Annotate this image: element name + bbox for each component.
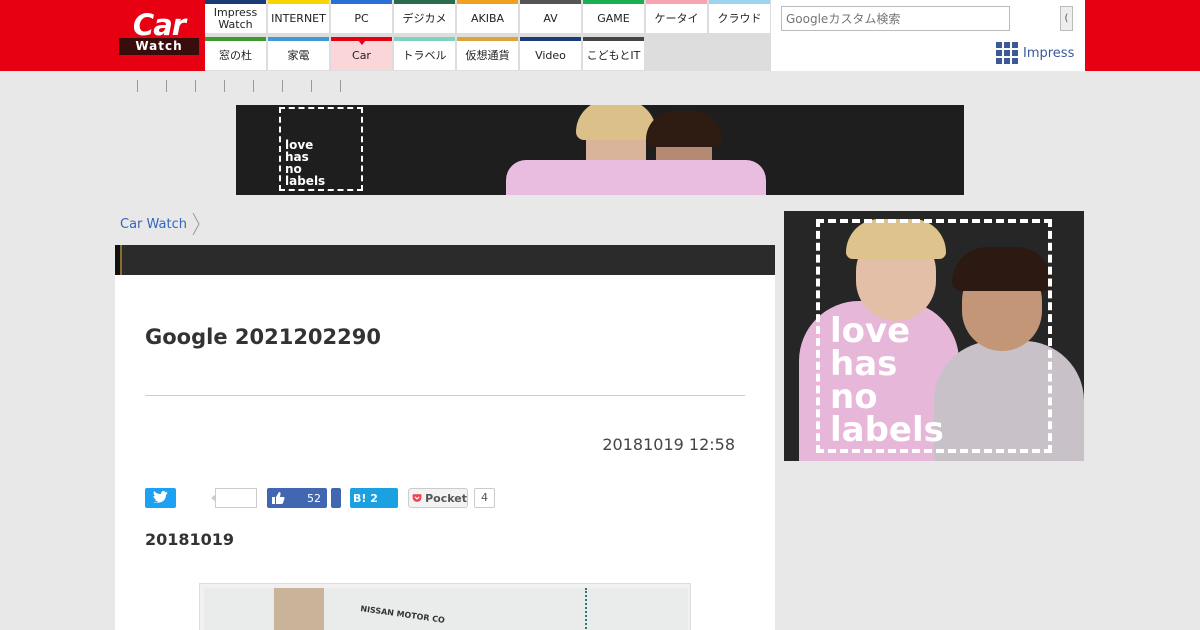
hatena-bookmark-button[interactable]: B! 2: [350, 488, 398, 508]
thumbs-up-icon: [272, 492, 285, 504]
nav-item-r2-2[interactable]: Car: [331, 37, 392, 70]
pocket-count: 4: [474, 488, 495, 508]
article-body: Google 2021202290 20181019 12:58 52 B! 2…: [115, 275, 775, 630]
breadcrumb-car-watch[interactable]: Car Watch: [120, 217, 187, 232]
nav-item-r2-4[interactable]: 仮想通貨: [457, 37, 518, 70]
nav-item-r1-5[interactable]: AV: [520, 0, 581, 33]
nav-item-r1-3[interactable]: デジカメ: [394, 0, 455, 33]
nav-item-r1-0[interactable]: Impress Watch: [205, 0, 266, 33]
search-input[interactable]: [781, 6, 1010, 31]
nav-item-r1-8[interactable]: クラウド: [709, 0, 770, 33]
site-nav: Impress Watch INTERNET PC デジカメ AKIBA AV GAME ケー…: [205, 0, 771, 71]
nav-item-r1-6[interactable]: GAME: [583, 0, 644, 33]
car-watch-logo[interactable]: Car Watch: [119, 8, 199, 56]
twitter-bird-icon: [153, 491, 168, 503]
banner-child-1-hair: [576, 105, 656, 140]
logo-car-text: Car: [132, 8, 186, 42]
nav-item-r2-6[interactable]: こどもとIT: [583, 37, 644, 70]
facebook-share-button[interactable]: [331, 488, 341, 508]
pocket-icon: [412, 494, 422, 502]
article-subhead: 20181019: [145, 530, 235, 549]
twitter-count-box: [211, 488, 257, 508]
twitter-share-button[interactable]: [145, 488, 176, 508]
side-ad-love-has-no-labels: love has no labels: [816, 219, 1052, 453]
impress-label: Impress: [1023, 45, 1075, 61]
nav-item-r1-1[interactable]: INTERNET: [268, 0, 329, 33]
banner-love-has-no-labels: love has no labels: [279, 107, 363, 191]
article-header-bar: [115, 245, 775, 275]
sub-nav-separators: [137, 80, 369, 94]
facebook-like-button[interactable]: 52: [267, 488, 327, 508]
logo-watch-text: Watch: [119, 38, 199, 55]
banner-clothes: [506, 160, 766, 195]
impress-grid-icon: [996, 42, 1018, 64]
nav-item-r1-4[interactable]: AKIBA: [457, 0, 518, 33]
header-red-right: [1085, 0, 1200, 71]
hatena-label: B! 2: [353, 491, 378, 505]
impress-link[interactable]: Impress: [996, 42, 1074, 64]
nav-item-r1-7[interactable]: ケータイ: [646, 0, 707, 33]
breadcrumb-chevron-icon: [192, 213, 200, 235]
nav-item-r2-3[interactable]: トラベル: [394, 37, 455, 70]
photo-pole: [585, 588, 588, 630]
breadcrumb: Car Watch: [120, 213, 201, 235]
pocket-button[interactable]: Pocket: [408, 488, 468, 508]
top-banner-ad[interactable]: love has no labels: [236, 105, 964, 195]
nav-item-r2-0[interactable]: 窓の杜: [205, 37, 266, 70]
article-date: 20181019 12:58: [602, 435, 735, 454]
nav-item-r2-1[interactable]: 家電: [268, 37, 329, 70]
title-divider: [145, 395, 745, 396]
nav-item-r2-5[interactable]: Video: [520, 37, 581, 70]
site-header: Car Watch Impress Watch INTERNET PC デジカメ AKI…: [0, 0, 1200, 71]
photo-door: [274, 588, 324, 630]
banner-child-2-hair: [646, 111, 722, 147]
facebook-count: 52: [307, 491, 321, 505]
article-title: Google 2021202290: [145, 325, 381, 349]
nav-item-r1-2[interactable]: PC: [331, 0, 392, 33]
side-ad-text: love has no labels: [830, 311, 944, 450]
banner-text: love has no labels: [285, 138, 326, 188]
search-button[interactable]: (: [1060, 6, 1073, 31]
side-banner-ad[interactable]: love has no labels: [784, 211, 1084, 461]
article-photo[interactable]: NISSAN MOTOR CO: [199, 583, 691, 630]
pocket-label: Pocket: [425, 491, 467, 505]
